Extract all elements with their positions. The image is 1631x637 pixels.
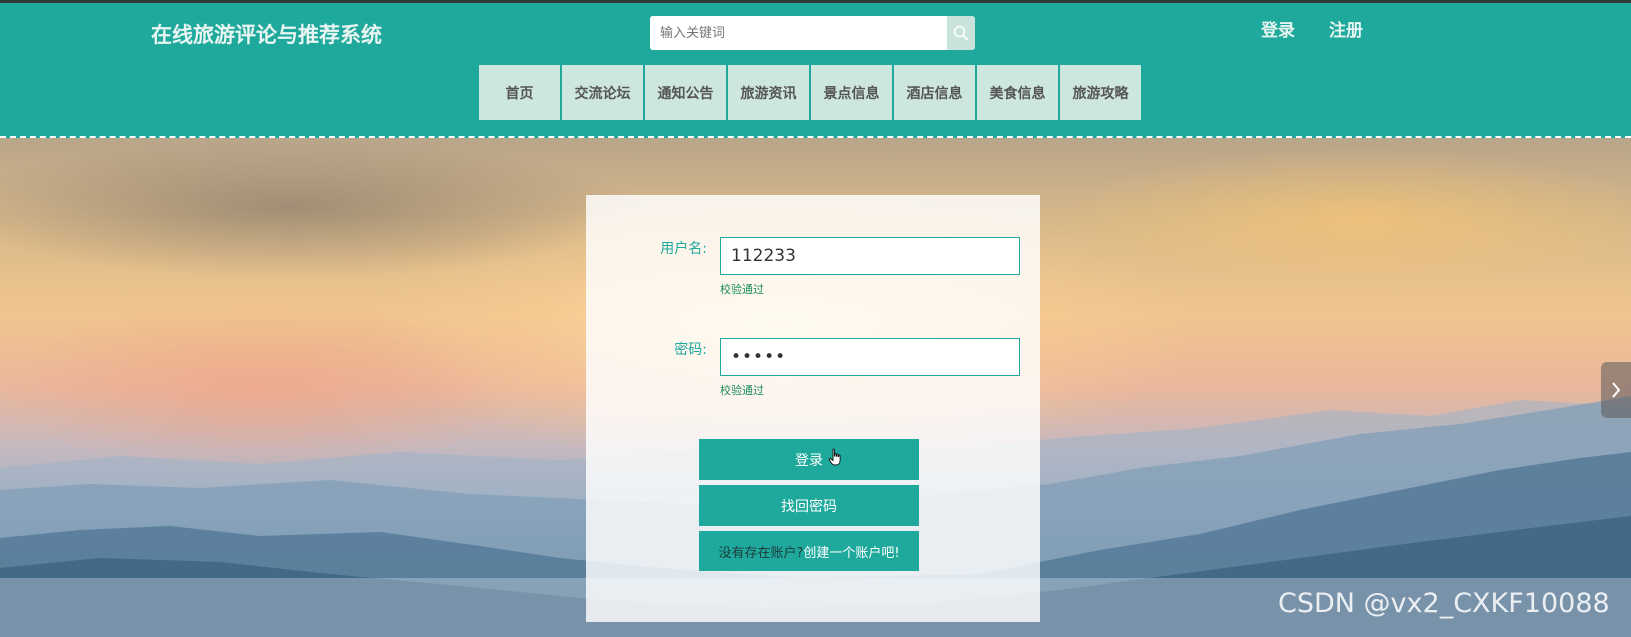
side-panel-toggle[interactable]	[1601, 362, 1631, 418]
create-account-button[interactable]: 没有存在账户? 创建一个账户吧!	[699, 531, 919, 571]
search-icon	[953, 25, 969, 41]
site-title: 在线旅游评论与推荐系统	[151, 23, 382, 47]
main-nav: 首页 交流论坛 通知公告 旅游资讯 景点信息 酒店信息 美食信息 旅游攻略	[479, 65, 1141, 120]
search-button[interactable]	[947, 16, 975, 50]
nav-item-home[interactable]: 首页	[479, 65, 560, 120]
watermark-text: CSDN @vx2_CXKF10088	[1278, 588, 1610, 619]
nav-item-guides[interactable]: 旅游攻略	[1060, 65, 1141, 120]
nav-item-forum[interactable]: 交流论坛	[562, 65, 643, 120]
nav-item-food[interactable]: 美食信息	[977, 65, 1058, 120]
username-validation-message: 校验通过	[720, 283, 764, 296]
search-input[interactable]	[650, 16, 946, 50]
search-box	[650, 16, 975, 50]
password-label: 密码:	[674, 342, 707, 358]
header-register-link[interactable]: 注册	[1329, 16, 1363, 41]
site-header: 在线旅游评论与推荐系统 登录 注册 首页 交流论坛 通知公告 旅游资讯 景点信息…	[0, 3, 1631, 138]
username-label: 用户名:	[660, 241, 707, 257]
login-button[interactable]: 登录	[699, 439, 919, 480]
hand-cursor-icon	[828, 448, 841, 466]
username-input[interactable]	[720, 237, 1020, 275]
register-link-text[interactable]: 创建一个账户吧!	[803, 542, 899, 561]
header-login-link[interactable]: 登录	[1261, 16, 1295, 41]
nav-item-hotels[interactable]: 酒店信息	[894, 65, 975, 120]
password-validation-message: 校验通过	[720, 384, 764, 397]
login-card: 用户名: 校验通过 密码: 校验通过 登录 找回密码 没有存在账户?创建一个账户…	[586, 195, 1040, 622]
nav-item-travel-news[interactable]: 旅游资讯	[728, 65, 809, 120]
password-input[interactable]	[720, 338, 1020, 376]
nav-item-attractions[interactable]: 景点信息	[811, 65, 892, 120]
forgot-password-button[interactable]: 找回密码	[699, 485, 919, 526]
chevron-right-icon	[1612, 382, 1621, 398]
register-prompt-text: 没有存在账户?	[718, 545, 804, 561]
nav-item-announcements[interactable]: 通知公告	[645, 65, 726, 120]
